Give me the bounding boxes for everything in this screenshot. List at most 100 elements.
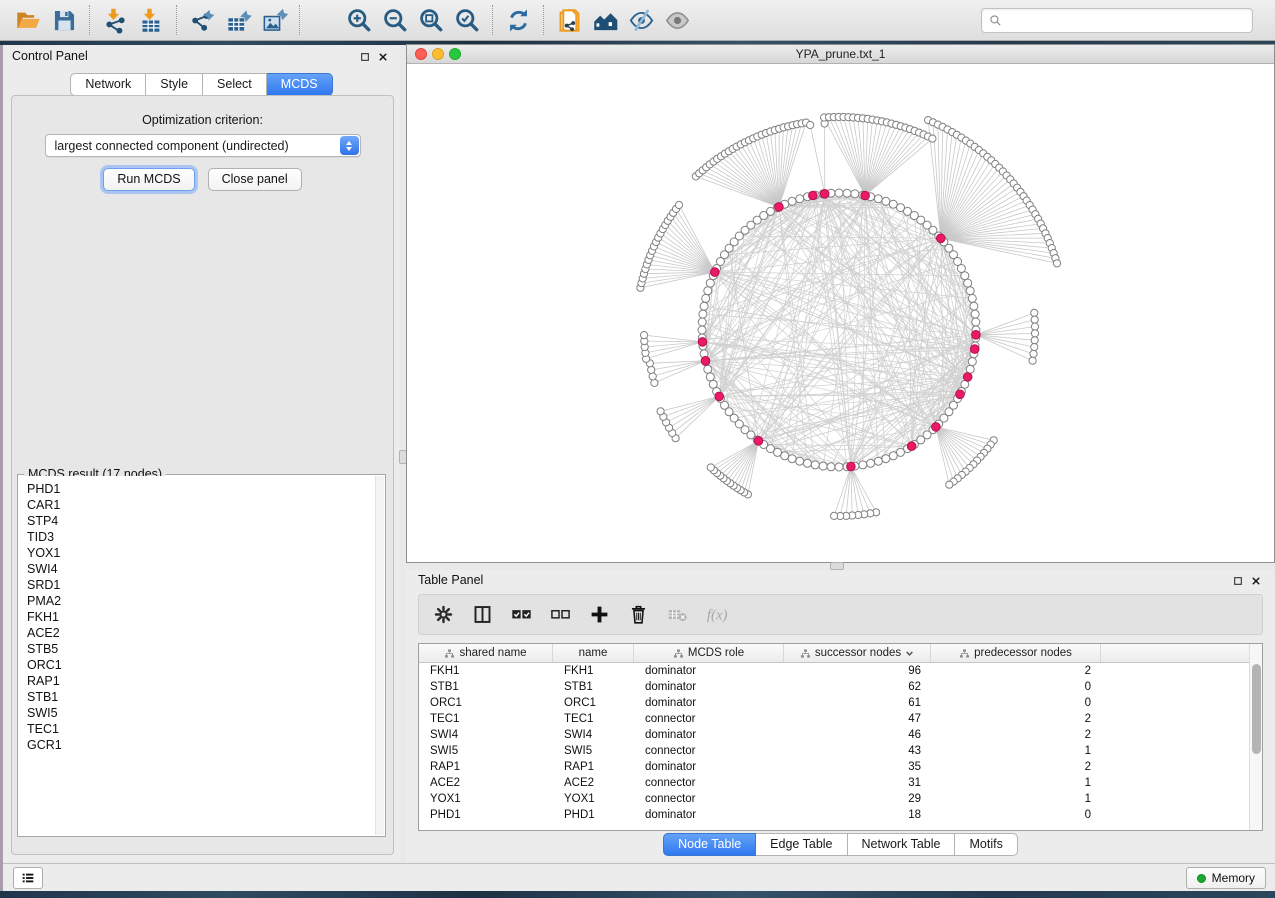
run-mcds-button[interactable]: Run MCDS (103, 168, 194, 191)
mcds-result-item[interactable]: SWI4 (27, 561, 384, 577)
minimize-window-icon[interactable] (432, 48, 444, 60)
mcds-result-item[interactable]: PMA2 (27, 593, 384, 609)
table-cell[interactable]: TEC1 (553, 711, 634, 727)
mcds-result-item[interactable]: ORC1 (27, 657, 384, 673)
table-row[interactable]: ACE2ACE2connector311 (419, 775, 1262, 791)
table-cell[interactable]: RAP1 (419, 759, 553, 775)
table-cell[interactable]: SWI4 (553, 727, 634, 743)
table-cell[interactable]: 2 (931, 759, 1101, 775)
table-cell[interactable]: dominator (634, 695, 784, 711)
table-cell[interactable]: SWI4 (419, 727, 553, 743)
table-cell[interactable]: 2 (931, 711, 1101, 727)
table-cell[interactable]: 1 (931, 775, 1101, 791)
table-cell[interactable]: 29 (784, 791, 931, 807)
mcds-result-item[interactable]: TID3 (27, 529, 384, 545)
table-row[interactable]: PHD1PHD1dominator180 (419, 807, 1262, 823)
open-session-icon[interactable] (10, 3, 46, 37)
tab-network[interactable]: Network (70, 73, 146, 96)
deselect-all-checkboxes-icon[interactable] (548, 603, 572, 627)
table-cell[interactable]: 2 (931, 663, 1101, 679)
mcds-result-item[interactable]: GCR1 (27, 737, 384, 753)
close-panel-icon[interactable] (1251, 575, 1261, 589)
table-cell[interactable]: dominator (634, 759, 784, 775)
criterion-select[interactable]: largest connected component (undirected) (45, 134, 361, 157)
table-cell[interactable]: FKH1 (419, 663, 553, 679)
table-cell[interactable]: dominator (634, 727, 784, 743)
table-cell[interactable]: ACE2 (419, 775, 553, 791)
mcds-result-item[interactable]: RAP1 (27, 673, 384, 689)
table-row[interactable]: TEC1TEC1connector472 (419, 711, 1262, 727)
table-cell[interactable]: connector (634, 791, 784, 807)
save-session-icon[interactable] (46, 3, 82, 37)
horizontal-splitter[interactable] (406, 563, 1275, 570)
table-row[interactable]: FKH1FKH1dominator962 (419, 663, 1262, 679)
table-cell[interactable]: YOX1 (419, 791, 553, 807)
table-cell[interactable]: connector (634, 743, 784, 759)
zoom-selected-icon[interactable] (449, 3, 485, 37)
table-cell[interactable]: FKH1 (553, 663, 634, 679)
table-cell[interactable]: dominator (634, 807, 784, 823)
add-column-icon[interactable] (587, 603, 611, 627)
table-cell[interactable]: connector (634, 711, 784, 727)
table-cell[interactable]: PHD1 (419, 807, 553, 823)
export-network-icon[interactable] (184, 3, 220, 37)
column-header-shared-name[interactable]: shared name (419, 644, 553, 662)
zoom-out-icon[interactable] (377, 3, 413, 37)
float-panel-icon[interactable] (1233, 575, 1243, 589)
refresh-layout-icon[interactable] (500, 3, 536, 37)
zoom-in-icon[interactable] (341, 3, 377, 37)
table-row[interactable]: STB1STB1dominator620 (419, 679, 1262, 695)
table-cell[interactable]: 35 (784, 759, 931, 775)
maximize-window-icon[interactable] (449, 48, 461, 60)
export-image-icon[interactable] (256, 3, 292, 37)
close-window-icon[interactable] (415, 48, 427, 60)
tab-mcds[interactable]: MCDS (267, 73, 333, 96)
close-panel-button[interactable]: Close panel (208, 168, 302, 191)
table-cell[interactable]: 1 (931, 791, 1101, 807)
delete-column-icon[interactable] (626, 603, 650, 627)
table-cell[interactable]: 0 (931, 679, 1101, 695)
column-header-name[interactable]: name (553, 644, 634, 662)
table-cell[interactable]: ORC1 (419, 695, 553, 711)
close-panel-icon[interactable] (378, 51, 388, 65)
zoom-fit-icon[interactable] (413, 3, 449, 37)
table-cell[interactable]: SWI5 (419, 743, 553, 759)
tab-style[interactable]: Style (146, 73, 203, 96)
table-cell[interactable]: 46 (784, 727, 931, 743)
mcds-result-item[interactable]: CAR1 (27, 497, 384, 513)
table-cell[interactable]: 18 (784, 807, 931, 823)
splitter-grip[interactable] (830, 562, 844, 570)
column-header-MCDS-role[interactable]: MCDS role (634, 644, 784, 662)
tab-network-table[interactable]: Network Table (848, 833, 956, 856)
table-cell[interactable]: 0 (931, 807, 1101, 823)
mcds-result-item[interactable]: STP4 (27, 513, 384, 529)
export-table-icon[interactable] (220, 3, 256, 37)
task-history-button[interactable] (13, 867, 43, 889)
search-input[interactable] (1007, 13, 1245, 27)
table-cell[interactable]: SWI5 (553, 743, 634, 759)
table-cell[interactable]: 0 (931, 695, 1101, 711)
table-cell[interactable]: ACE2 (553, 775, 634, 791)
table-row[interactable]: RAP1RAP1dominator352 (419, 759, 1262, 775)
settings-gear-icon[interactable] (431, 603, 455, 627)
table-cell[interactable]: 61 (784, 695, 931, 711)
import-table-icon[interactable] (133, 3, 169, 37)
table-row[interactable]: SWI5SWI5connector431 (419, 743, 1262, 759)
mcds-result-item[interactable]: STB5 (27, 641, 384, 657)
mcds-result-item[interactable]: STB1 (27, 689, 384, 705)
split-columns-icon[interactable] (470, 603, 494, 627)
network-window-titlebar[interactable]: YPA_prune.txt_1 (407, 45, 1274, 64)
table-cell[interactable]: ORC1 (553, 695, 634, 711)
import-network-icon[interactable] (97, 3, 133, 37)
scrollbar-thumb[interactable] (1252, 664, 1261, 754)
table-cell[interactable]: dominator (634, 679, 784, 695)
table-row[interactable]: ORC1ORC1dominator610 (419, 695, 1262, 711)
quick-search-field[interactable] (981, 8, 1253, 33)
mcds-result-item[interactable]: YOX1 (27, 545, 384, 561)
memory-button[interactable]: Memory (1186, 867, 1266, 889)
mcds-result-item[interactable]: SRD1 (27, 577, 384, 593)
tab-select[interactable]: Select (203, 73, 267, 96)
table-cell[interactable]: 43 (784, 743, 931, 759)
share-document-icon[interactable] (551, 3, 587, 37)
tab-node-table[interactable]: Node Table (663, 833, 756, 856)
